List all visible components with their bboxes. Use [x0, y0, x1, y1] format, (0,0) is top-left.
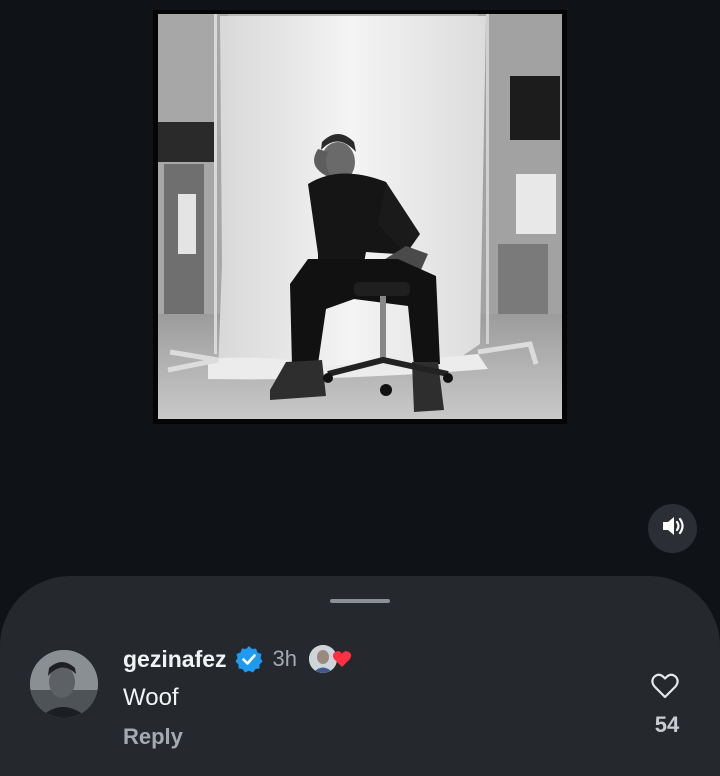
comment-like-count: 54 [654, 712, 680, 737]
heart-icon [332, 650, 352, 673]
speaker-icon [660, 513, 686, 544]
sheet-drag-handle[interactable] [330, 599, 390, 603]
sound-toggle-button[interactable] [648, 504, 697, 553]
screen: gezinafez 3h Woof Reply 54 [0, 0, 720, 776]
post-photo [158, 14, 562, 419]
comment-text: Woof [123, 684, 179, 711]
creator-liked-indicator [309, 643, 353, 675]
post-media[interactable] [153, 10, 567, 424]
commenter-avatar[interactable] [30, 650, 98, 718]
verified-badge-icon [235, 645, 263, 673]
heart-outline-icon [650, 673, 680, 704]
reply-button[interactable]: Reply [123, 724, 183, 750]
comments-sheet: gezinafez 3h Woof Reply 54 [0, 576, 720, 776]
like-comment-button[interactable] [650, 672, 684, 704]
commenter-username[interactable]: gezinafez [123, 646, 227, 673]
comment-timestamp: 3h [272, 646, 298, 671]
comment-header: gezinafez 3h [123, 642, 353, 676]
